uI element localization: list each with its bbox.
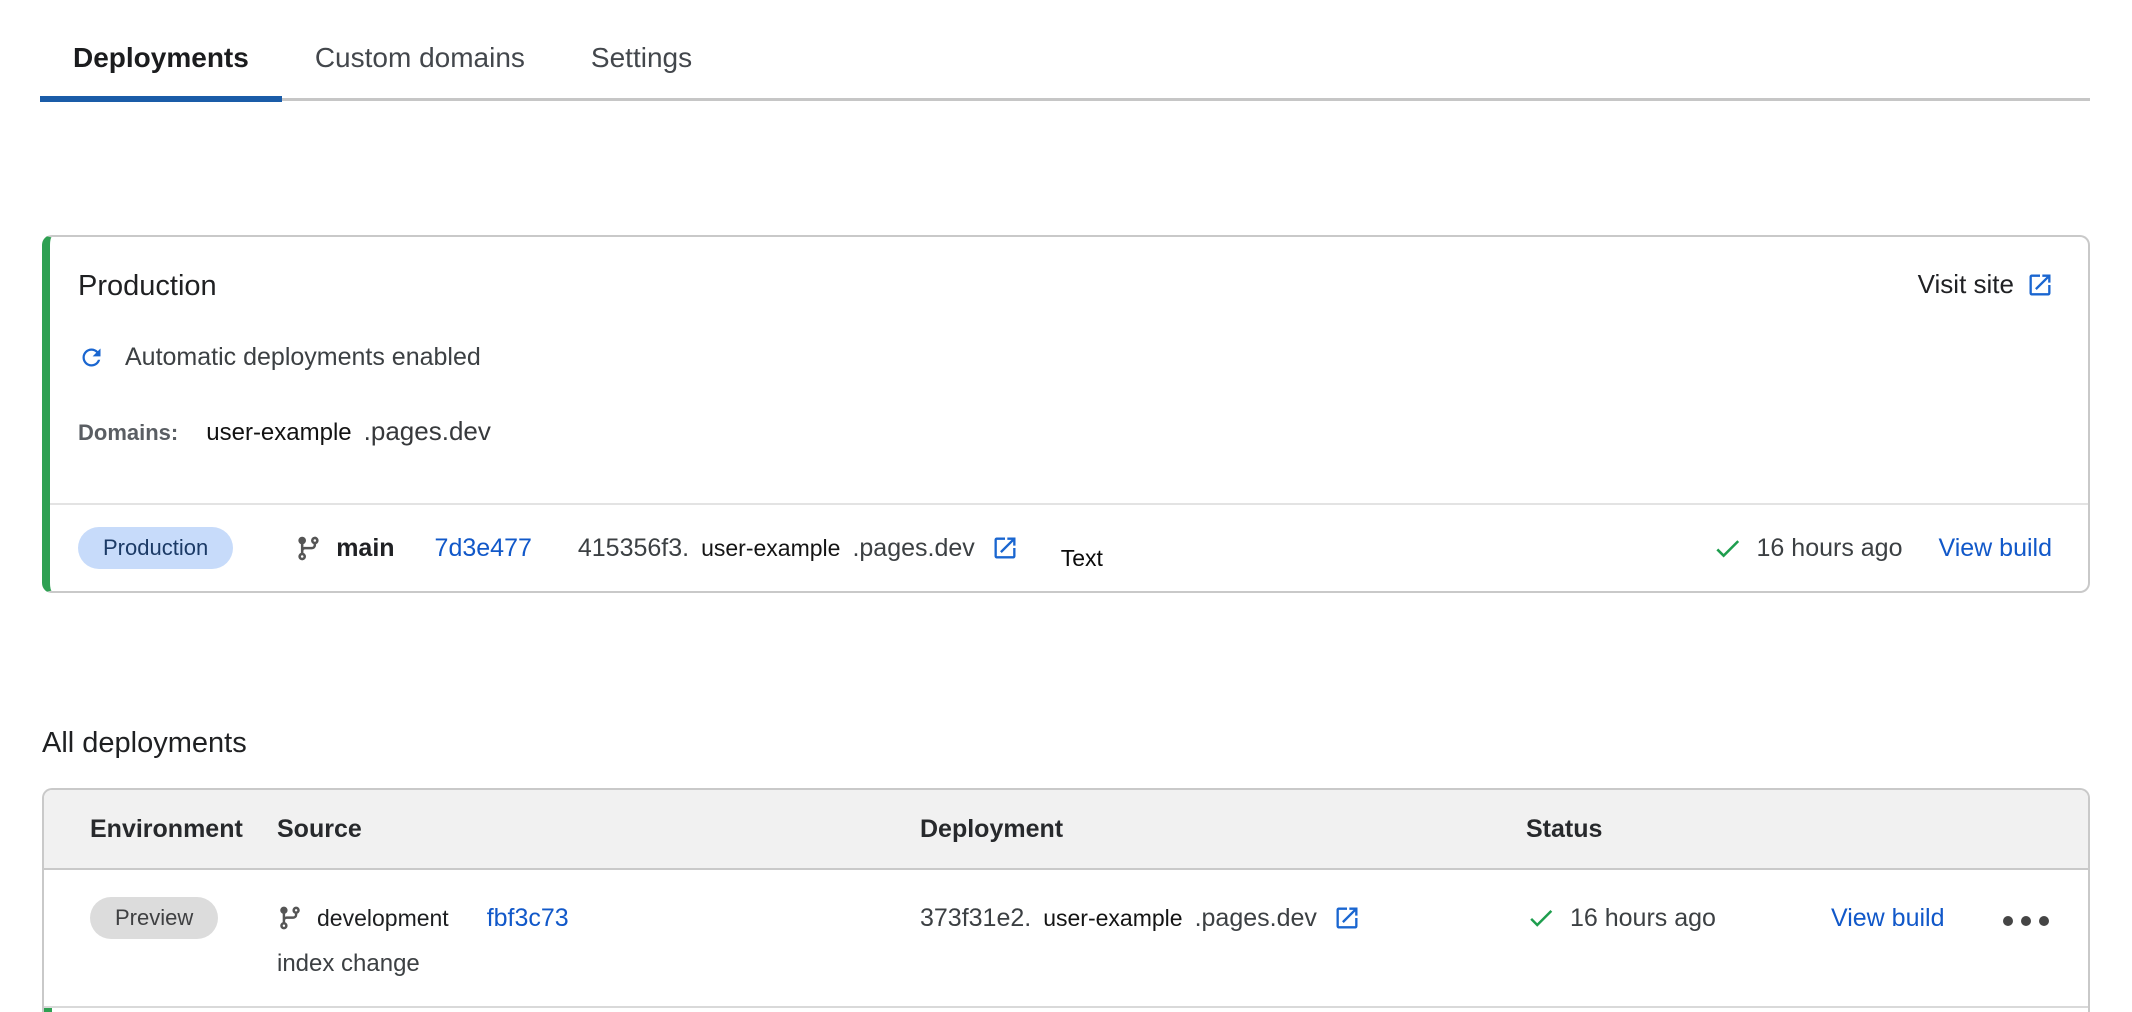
domain-suffix: .pages.dev — [364, 416, 491, 447]
tab-custom-domains[interactable]: Custom domains — [282, 28, 558, 98]
production-card: Visit site Production Automatic deployme… — [42, 235, 2090, 593]
view-build-link[interactable]: View build — [1938, 534, 2052, 563]
branch-name: main — [336, 534, 394, 563]
table-row: Preview development fbf3c73 index change… — [44, 870, 2088, 1006]
visit-site-link[interactable]: Visit site — [1918, 269, 2054, 300]
deployment-suffix: .pages.dev — [1195, 904, 1317, 933]
check-icon — [1712, 533, 1743, 564]
production-title: Production — [78, 269, 2052, 303]
environment-badge: Preview — [90, 897, 218, 939]
all-deployments-title: All deployments — [42, 727, 2132, 760]
tab-bar: Deployments Custom domains Settings — [40, 0, 2090, 101]
commit-link[interactable]: fbf3c73 — [487, 904, 569, 933]
deployments-table: Environment Source Deployment Status Pre… — [42, 788, 2090, 1012]
environment-badge: Production — [78, 527, 233, 569]
ellipsis-menu-icon[interactable] — [2000, 902, 2052, 934]
check-icon — [1526, 903, 1556, 933]
branch-name: development — [317, 905, 449, 932]
status-time: 16 hours ago — [1570, 904, 1716, 933]
git-branch-icon — [277, 905, 303, 931]
deployment-domain: user-example — [701, 535, 840, 562]
column-environment: Environment — [90, 815, 277, 844]
tab-settings[interactable]: Settings — [558, 28, 725, 98]
status-time: 16 hours ago — [1757, 534, 1903, 563]
production-deployment-row: Production main 7d3e477 415356f3. user-e… — [50, 505, 2088, 591]
column-source: Source — [277, 815, 920, 844]
domains-label: Domains: — [78, 420, 178, 446]
domain-name: user-example — [206, 419, 351, 447]
column-deployment: Deployment — [920, 815, 1526, 844]
auto-deployments-text: Automatic deployments enabled — [125, 343, 481, 372]
deployment-id: 415356f3. — [578, 534, 689, 563]
commit-message: index change — [277, 950, 920, 978]
next-row-stub — [44, 1008, 2088, 1012]
external-link-icon[interactable] — [991, 534, 1019, 562]
deployment-id: 373f31e2. — [920, 904, 1031, 933]
view-build-link[interactable]: View build — [1831, 904, 1945, 933]
visit-site-label: Visit site — [1918, 269, 2014, 300]
commit-link[interactable]: 7d3e477 — [435, 534, 532, 563]
text-annotation: Text — [1061, 545, 1103, 572]
external-link-icon — [2026, 271, 2054, 299]
next-row-accent — [44, 1008, 52, 1012]
deployment-suffix: .pages.dev — [852, 534, 974, 563]
tab-deployments[interactable]: Deployments — [40, 28, 282, 98]
table-header: Environment Source Deployment Status — [44, 790, 2088, 870]
external-link-icon[interactable] — [1333, 904, 1361, 932]
column-status: Status — [1526, 815, 1831, 844]
git-branch-icon — [295, 535, 322, 562]
deployment-domain: user-example — [1043, 905, 1182, 932]
refresh-icon — [78, 344, 105, 371]
